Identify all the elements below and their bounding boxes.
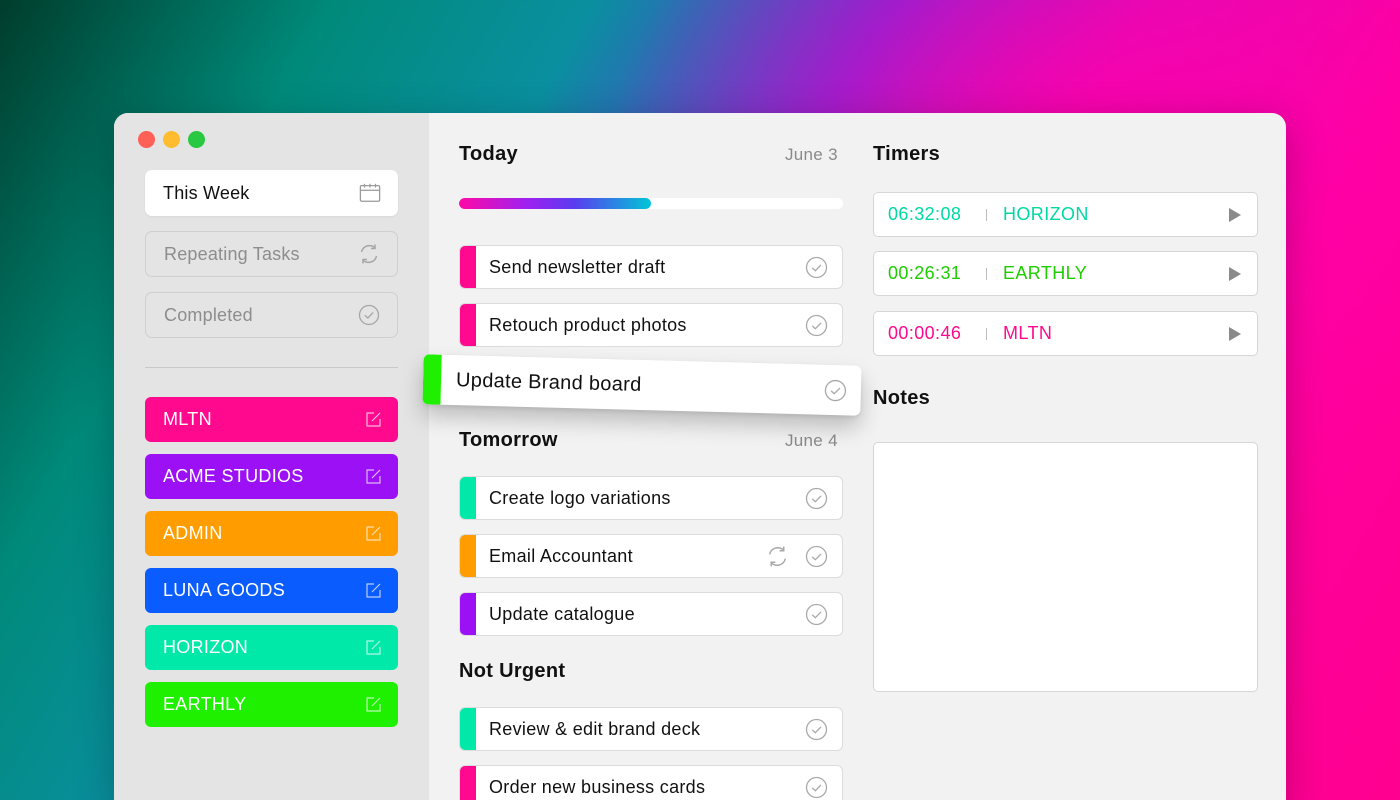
project-mltn[interactable]: MLTN — [145, 397, 398, 442]
timer-row[interactable]: 00:00:46 MLTN — [873, 311, 1258, 356]
task-item[interactable]: Review & edit brand deck — [459, 707, 843, 751]
calendar-icon — [359, 182, 381, 204]
task-color-bar — [460, 246, 476, 288]
window-controls — [138, 131, 205, 148]
project-label: HORIZON — [163, 637, 249, 657]
close-window-button[interactable] — [138, 131, 155, 148]
task-label: Create logo variations — [489, 487, 671, 508]
notes-textarea[interactable] — [873, 442, 1258, 692]
nav-label: This Week — [163, 182, 250, 203]
timer-separator — [986, 327, 987, 340]
app-window: This Week Repeating Tasks Completed MLTN — [114, 113, 1286, 800]
not-urgent-heading: Not Urgent — [459, 660, 566, 682]
task-item[interactable]: Update catalogue — [459, 592, 843, 636]
today-heading: Today — [459, 143, 518, 165]
dragging-task[interactable]: Update Brand board — [422, 354, 862, 416]
task-item[interactable]: Send newsletter draft — [459, 245, 843, 289]
project-horizon[interactable]: HORIZON — [145, 625, 398, 670]
timer-row[interactable]: 06:32:08 HORIZON — [873, 192, 1258, 237]
task-label: Update catalogue — [489, 603, 635, 624]
project-label: ADMIN — [163, 523, 223, 543]
task-label: Retouch product photos — [489, 314, 687, 335]
task-label: Send newsletter draft — [489, 256, 666, 277]
timer-time: 06:32:08 — [888, 204, 962, 224]
timer-project: HORIZON — [1003, 204, 1089, 224]
sidebar-divider — [145, 367, 398, 368]
repeat-icon — [358, 243, 380, 265]
task-item[interactable]: Create logo variations — [459, 476, 843, 520]
nav-this-week[interactable]: This Week — [145, 170, 398, 216]
project-label: EARTHLY — [163, 694, 247, 714]
project-admin[interactable]: ADMIN — [145, 511, 398, 556]
edit-icon[interactable] — [364, 696, 382, 714]
nav-label: Repeating Tasks — [164, 243, 300, 264]
check-circle-icon[interactable] — [805, 776, 828, 799]
project-luna-goods[interactable]: LUNA GOODS — [145, 568, 398, 613]
task-label: Order new business cards — [489, 776, 706, 797]
task-item[interactable]: Email Accountant — [459, 534, 843, 578]
task-color-bar — [460, 535, 476, 577]
project-label: MLTN — [163, 409, 212, 429]
task-item[interactable]: Order new business cards — [459, 765, 843, 800]
check-circle-icon[interactable] — [805, 718, 828, 741]
progress-fill — [459, 198, 651, 209]
edit-icon[interactable] — [364, 411, 382, 429]
task-color-bar — [460, 593, 476, 635]
edit-icon[interactable] — [364, 525, 382, 543]
today-progress-bar — [459, 198, 843, 209]
timer-separator — [986, 267, 987, 280]
project-earthly[interactable]: EARTHLY — [145, 682, 398, 727]
timer-separator — [986, 208, 987, 221]
play-icon[interactable] — [1227, 266, 1243, 282]
tomorrow-heading: Tomorrow — [459, 429, 558, 451]
project-label: ACME STUDIOS — [163, 466, 304, 486]
repeat-icon[interactable] — [766, 545, 789, 568]
today-date: June 3 — [785, 145, 838, 164]
project-acme-studios[interactable]: ACME STUDIOS — [145, 454, 398, 499]
nav-label: Completed — [164, 304, 253, 325]
check-circle-icon[interactable] — [805, 256, 828, 279]
timer-time: 00:26:31 — [888, 263, 962, 283]
task-color-bar — [460, 477, 476, 519]
sidebar: This Week Repeating Tasks Completed MLTN — [114, 113, 429, 800]
check-circle-icon[interactable] — [805, 314, 828, 337]
check-circle-icon — [358, 304, 380, 326]
task-label: Email Accountant — [489, 545, 633, 566]
task-label: Update Brand board — [455, 368, 642, 396]
project-label: LUNA GOODS — [163, 580, 286, 600]
nav-repeating-tasks[interactable]: Repeating Tasks — [145, 231, 398, 277]
check-circle-icon[interactable] — [824, 378, 848, 402]
timers-heading: Timers — [873, 143, 941, 165]
timer-project: MLTN — [1003, 323, 1053, 343]
timer-project: EARTHLY — [1003, 263, 1088, 283]
task-color-bar — [460, 708, 476, 750]
task-color-bar — [460, 766, 476, 800]
check-circle-icon[interactable] — [805, 603, 828, 626]
play-icon[interactable] — [1227, 326, 1243, 342]
task-color-bar — [460, 304, 476, 346]
play-icon[interactable] — [1227, 207, 1243, 223]
nav-completed[interactable]: Completed — [145, 292, 398, 338]
timer-time: 00:00:46 — [888, 323, 962, 343]
check-circle-icon[interactable] — [805, 545, 828, 568]
edit-icon[interactable] — [364, 468, 382, 486]
maximize-window-button[interactable] — [188, 131, 205, 148]
edit-icon[interactable] — [364, 639, 382, 657]
task-color-bar — [422, 354, 442, 405]
edit-icon[interactable] — [364, 582, 382, 600]
tomorrow-date: June 4 — [785, 431, 838, 450]
timer-row[interactable]: 00:26:31 EARTHLY — [873, 251, 1258, 296]
minimize-window-button[interactable] — [163, 131, 180, 148]
check-circle-icon[interactable] — [805, 487, 828, 510]
notes-heading: Notes — [873, 387, 931, 409]
task-label: Review & edit brand deck — [489, 718, 701, 739]
task-item[interactable]: Retouch product photos — [459, 303, 843, 347]
